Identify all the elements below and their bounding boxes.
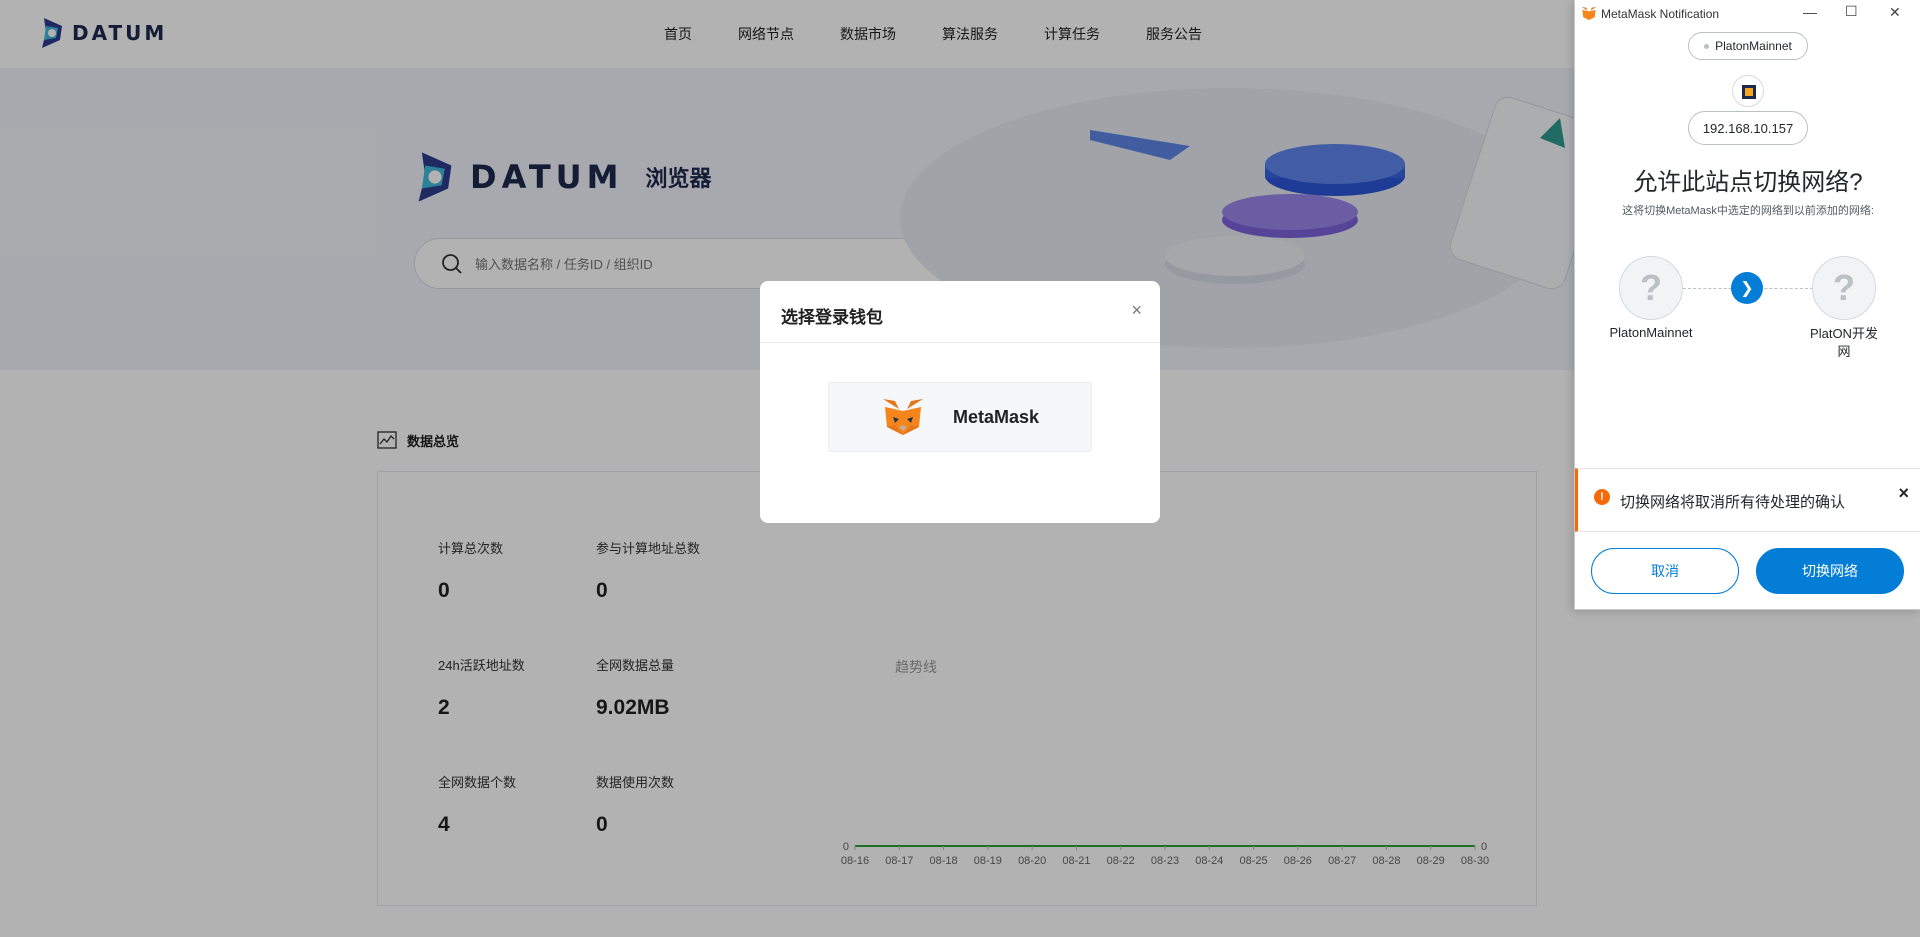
metamask-fox-icon — [1581, 6, 1597, 21]
warning-banner: ! 切换网络将取消所有待处理的确认 × — [1575, 468, 1920, 532]
close-icon[interactable]: × — [1131, 301, 1142, 319]
metamask-notification-window: MetaMask Notification — ☐ ✕ PlatonMainne… — [1574, 0, 1920, 610]
to-network-icon: ? — [1812, 256, 1876, 320]
close-window-icon[interactable]: ✕ — [1889, 4, 1901, 21]
from-network-icon: ? — [1619, 256, 1683, 320]
minimize-icon[interactable]: — — [1803, 4, 1817, 20]
cancel-button[interactable]: 取消 — [1591, 548, 1739, 594]
window-titlebar: MetaMask Notification — ☐ ✕ — [1575, 0, 1920, 28]
metamask-fox-icon — [883, 399, 923, 435]
window-title: MetaMask Notification — [1601, 7, 1720, 21]
switch-network-description: 这将切换MetaMask中选定的网络到以前添加的网络: — [1622, 205, 1874, 217]
network-pill[interactable]: PlatonMainnet — [1688, 32, 1808, 60]
switch-network-button[interactable]: 切换网络 — [1756, 548, 1904, 594]
arrow-right-icon: ❯ — [1731, 272, 1763, 304]
from-network-label: PlatonMainnet — [1609, 325, 1693, 340]
warning-text: 切换网络将取消所有待处理的确认 — [1620, 494, 1846, 511]
wallet-label: MetaMask — [953, 407, 1040, 427]
network-dot-icon — [1704, 43, 1710, 49]
metamask-wallet-button[interactable]: MetaMask — [828, 382, 1092, 452]
page: DATUM 首页 网络节点 数据市场 算法服务 计算任务 服务公告 DATUM … — [0, 0, 1920, 937]
to-network-label: PlatON开发网 — [1810, 326, 1878, 359]
modal-header: 选择登录钱包 × — [760, 281, 1160, 343]
network-pill-label: PlatonMainnet — [1715, 39, 1792, 53]
site-favicon-icon — [1732, 75, 1764, 107]
wallet-select-modal: 选择登录钱包 × MetaMask — [760, 281, 1160, 523]
site-origin-pill: 192.168.10.157 — [1688, 111, 1808, 145]
switch-network-question: 允许此站点切换网络? — [1633, 169, 1863, 196]
warning-icon: ! — [1594, 489, 1610, 505]
close-icon[interactable]: × — [1898, 483, 1909, 504]
maximize-icon[interactable]: ☐ — [1845, 3, 1858, 20]
modal-title: 选择登录钱包 — [781, 308, 883, 327]
